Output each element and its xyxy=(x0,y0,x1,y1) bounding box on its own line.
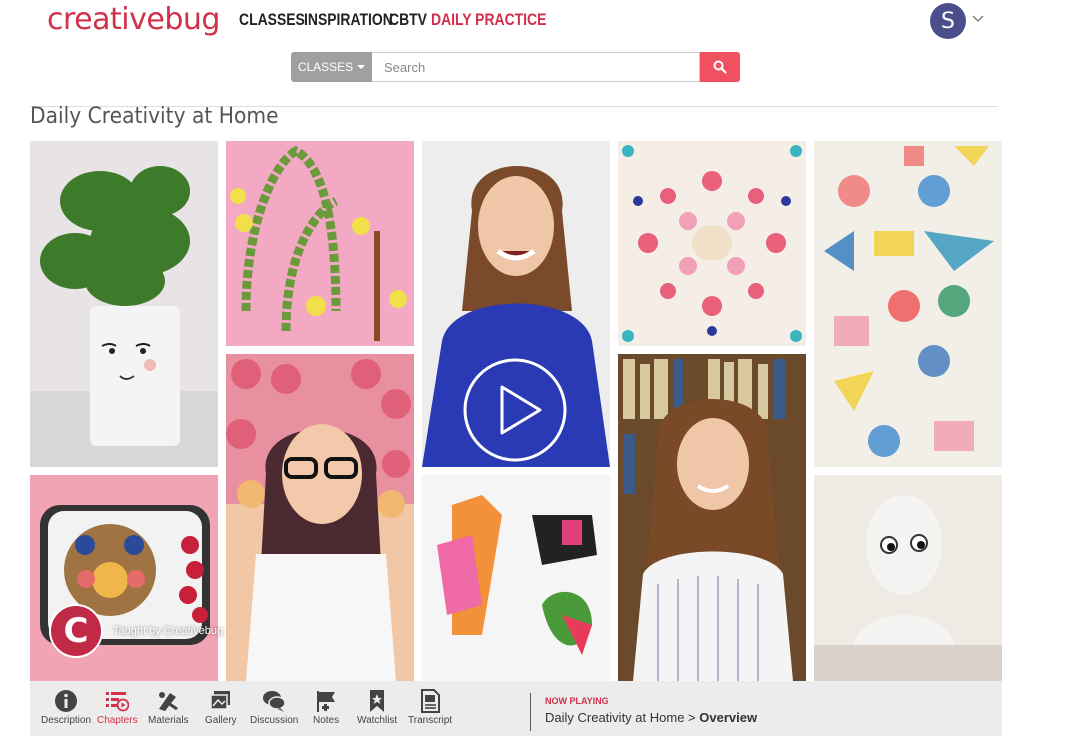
search-icon xyxy=(713,60,727,74)
thumbnail-googly-eyes-bust xyxy=(814,475,1002,681)
now-playing-course: Daily Creativity at Home xyxy=(545,710,685,725)
thumbnail-paper-birds xyxy=(422,475,610,681)
creativebug-logo[interactable]: creativebug xyxy=(47,2,220,37)
thumbnail-instructor-bookshelf xyxy=(618,354,806,681)
main-nav: CLASSES INSPIRATION CBTV DAILY PRACTICE xyxy=(239,10,564,30)
tab-chapters[interactable]: Chapters xyxy=(97,689,138,726)
now-playing-chapter: Overview xyxy=(699,710,758,725)
instructor-badge[interactable]: C xyxy=(49,604,103,658)
search-button[interactable] xyxy=(700,52,740,82)
now-playing-divider xyxy=(530,693,531,731)
chapters-icon xyxy=(106,692,130,712)
chevron-down-icon[interactable] xyxy=(972,12,984,24)
info-icon xyxy=(55,690,78,712)
tab-chapters-label: Chapters xyxy=(97,715,138,726)
tab-discussion[interactable]: Discussion xyxy=(250,689,298,726)
tab-materials-label: Materials xyxy=(148,715,189,726)
taught-by-label[interactable]: Taught by Creativebug xyxy=(113,625,223,637)
thumbnail-instructor-yarn xyxy=(226,354,414,681)
transcript-icon xyxy=(421,689,441,713)
tab-materials[interactable]: Materials xyxy=(148,689,189,726)
nav-classes[interactable]: CLASSES xyxy=(239,10,305,30)
nav-daily-practice[interactable]: DAILY PRACTICE xyxy=(431,10,546,30)
tab-transcript-label: Transcript xyxy=(408,715,453,726)
search-bar: CLASSES xyxy=(291,52,740,82)
tab-description[interactable]: Description xyxy=(41,689,91,726)
tab-watchlist-label: Watchlist xyxy=(357,715,398,726)
watchlist-icon xyxy=(370,690,385,712)
thumbnail-heart-mandala xyxy=(618,141,806,346)
tab-notes[interactable]: Notes xyxy=(313,689,339,726)
notes-icon xyxy=(317,691,336,712)
now-playing-separator: > xyxy=(684,710,700,725)
tab-transcript[interactable]: Transcript xyxy=(408,689,452,726)
discussion-icon xyxy=(263,691,286,712)
tab-discussion-label: Discussion xyxy=(250,715,299,726)
thumbnail-crochet-flowers xyxy=(226,141,414,346)
tab-watchlist[interactable]: Watchlist xyxy=(357,689,397,726)
page-title: Daily Creativity at Home xyxy=(30,104,279,129)
search-category-dropdown[interactable]: CLASSES xyxy=(291,52,372,82)
search-category-label: CLASSES xyxy=(297,60,354,74)
materials-icon xyxy=(159,692,179,711)
search-input[interactable] xyxy=(372,52,700,82)
thumbnail-geometric-prints xyxy=(814,141,1002,467)
tab-gallery[interactable]: Gallery xyxy=(205,689,237,726)
class-toolbar: Description Chapters Materials Gallery D… xyxy=(30,681,1002,736)
nav-cbtv[interactable]: CBTV xyxy=(389,10,430,30)
play-button[interactable] xyxy=(462,357,568,463)
now-playing-label: NOW PLAYING xyxy=(545,696,609,706)
user-avatar[interactable]: S xyxy=(930,3,966,39)
now-playing-title: Daily Creativity at Home > Overview xyxy=(545,710,757,725)
thumbnail-herb-planter xyxy=(30,141,218,467)
nav-inspiration[interactable]: INSPIRATION xyxy=(304,10,393,30)
tab-description-label: Description xyxy=(41,715,92,726)
caret-down-icon xyxy=(357,65,366,69)
tab-gallery-label: Gallery xyxy=(205,715,237,726)
gallery-icon xyxy=(210,691,230,710)
tab-notes-label: Notes xyxy=(313,715,340,726)
